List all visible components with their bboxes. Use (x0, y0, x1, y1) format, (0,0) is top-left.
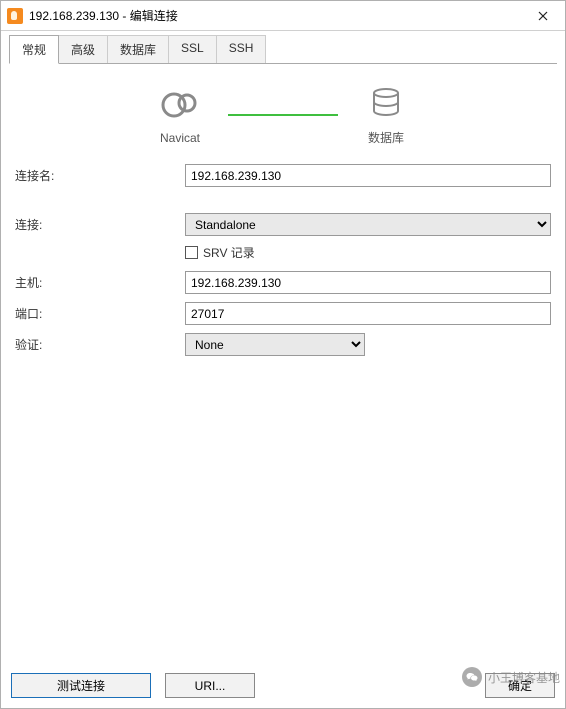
tab-advanced-label: 高级 (71, 43, 95, 57)
auth-label: 验证: (15, 336, 185, 353)
diagram-db-col: 数据库 (366, 83, 406, 146)
window-title: 192.168.239.130 - 编辑连接 (29, 7, 520, 24)
test-connection-button[interactable]: 测试连接 (11, 673, 151, 698)
dialog-window: 192.168.239.130 - 编辑连接 常规 高级 数据库 SSL SSH (0, 0, 566, 709)
srv-label: SRV 记录 (203, 244, 255, 261)
tab-content-general: Navicat 数据库 连接名: (1, 65, 565, 665)
port-label: 端口: (15, 305, 185, 322)
tab-database-label: 数据库 (120, 43, 156, 57)
tab-advanced[interactable]: 高级 (58, 35, 108, 64)
database-icon (366, 83, 406, 123)
uri-button[interactable]: URI... (165, 673, 255, 698)
tab-general[interactable]: 常规 (9, 35, 59, 64)
spacer (15, 195, 551, 213)
diagram-connector (228, 114, 338, 116)
connection-label: 连接: (15, 216, 185, 233)
tab-body-border (9, 63, 557, 64)
host-input[interactable] (185, 271, 551, 294)
test-connection-label: 测试连接 (57, 679, 105, 693)
tab-ssl-label: SSL (181, 41, 204, 55)
ok-button[interactable]: 确定 (485, 673, 555, 698)
host-label: 主机: (15, 274, 185, 291)
row-connection: 连接: Standalone (15, 213, 551, 236)
diagram-navicat-col: Navicat (160, 85, 200, 145)
uri-label: URI... (195, 679, 226, 693)
tab-ssh[interactable]: SSH (216, 35, 267, 64)
row-host: 主机: (15, 271, 551, 294)
row-port: 端口: (15, 302, 551, 325)
auth-select[interactable]: None (185, 333, 365, 356)
close-icon (538, 11, 548, 21)
tab-database[interactable]: 数据库 (107, 35, 169, 64)
diagram-navicat-label: Navicat (160, 131, 200, 145)
diagram-db-label: 数据库 (368, 129, 404, 146)
connection-diagram: Navicat 数据库 (15, 83, 551, 146)
dialog-footer: 测试连接 URI... 确定 (1, 665, 565, 708)
tab-general-label: 常规 (22, 43, 46, 57)
close-button[interactable] (520, 1, 565, 31)
port-input[interactable] (185, 302, 551, 325)
connection-type-select[interactable]: Standalone (185, 213, 551, 236)
row-connection-name: 连接名: (15, 164, 551, 187)
app-icon (7, 8, 23, 24)
tab-ssl[interactable]: SSL (168, 35, 217, 64)
tab-ssh-label: SSH (229, 41, 254, 55)
srv-checkbox[interactable] (185, 246, 198, 259)
tab-strip: 常规 高级 数据库 SSL SSH (1, 31, 565, 64)
row-srv: SRV 记录 (185, 244, 551, 261)
row-auth: 验证: None (15, 333, 551, 356)
titlebar: 192.168.239.130 - 编辑连接 (1, 1, 565, 31)
connection-name-input[interactable] (185, 164, 551, 187)
navicat-icon (160, 85, 200, 125)
ok-label: 确定 (508, 679, 532, 693)
connection-name-label: 连接名: (15, 167, 185, 184)
